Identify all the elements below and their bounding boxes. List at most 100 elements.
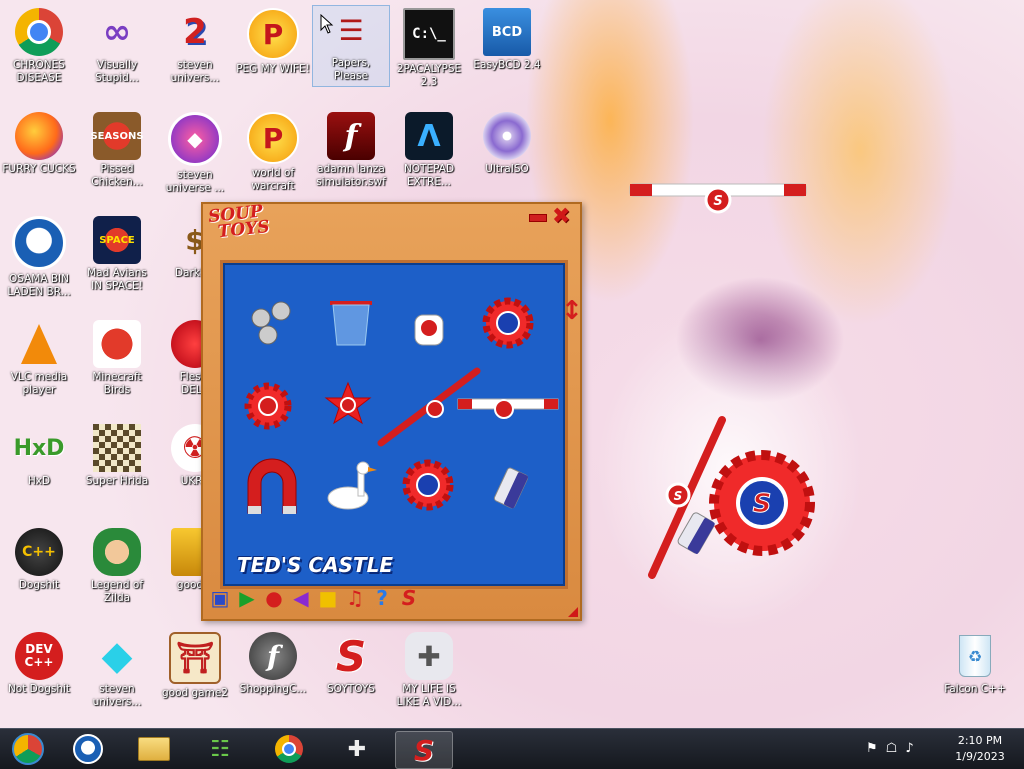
desktop-icon-super-hrida[interactable]: Super Hrida [79,424,155,488]
flag-icon[interactable]: ⚑ [866,741,878,756]
desktop-icon-not-dogshit[interactable]: DEV C++ Not Dogshit [1,632,77,696]
peggle-icon: P [247,112,299,164]
soup-toys-logo: SOUP TOYS [207,202,270,243]
folder-icon [138,737,170,761]
icon-label: MY LIFE IS LIKE A VID... [396,683,462,708]
icon-label: UltraISO [485,163,529,175]
desktop-icon-visually-stupid[interactable]: ∞ Visually Stupid... [79,8,155,85]
eraser-toy[interactable] [677,511,716,554]
desktop-icon-my-life[interactable]: ✚ MY LIFE IS LIKE A VID... [391,632,467,709]
taskbar-soup-toys[interactable]: S [395,731,453,769]
flat-plank-toy[interactable] [457,398,559,419]
taskbar-chrome-alt[interactable] [0,731,56,767]
help-icon[interactable]: ? [370,586,394,610]
spiky-gear-toy[interactable] [244,382,292,430]
toy-box-area[interactable]: TED'S CASTLE [220,260,568,589]
desktop-icon-easybcd[interactable]: BCD EasyBCD 2.4 [469,8,545,72]
rewind-button[interactable]: ◀︎ [289,586,313,610]
desktop-icon-falcon-cpp[interactable]: ♻ Falcon C++ [937,632,1013,696]
network-status-icon[interactable]: ☖ [886,741,898,756]
gear-toy-large[interactable]: S [709,450,815,556]
desktop-icon-pissed-chicken[interactable]: SEASONS Pissed Chicken... [79,112,155,189]
desktop: CHRONES DISEASE ∞ Visually Stupid... 2 s… [0,0,1024,728]
firefox-icon [15,112,63,160]
music-icon[interactable]: ♫ [343,586,367,610]
play-button[interactable]: ▶ [235,586,259,610]
desktop-icon-minecraft-birds[interactable]: Minecraft Birds [79,320,155,397]
soup-toys-icon: S [335,631,367,681]
desktop-icon-adamn-lanza[interactable]: f adamn lanza simulator.swf [313,112,389,189]
icon-label: good game2 [162,687,228,699]
balls-toy[interactable] [251,301,291,345]
clock[interactable]: 2:10 PM 1/9/2023 [945,733,1015,765]
desktop-icon-legend-of-zilda[interactable]: Legend of Zilda [79,528,155,605]
easybcd-icon: BCD [483,8,531,56]
visual-studio-icon: ∞ [102,12,132,52]
pixel-icon [93,424,141,472]
eraser-toy[interactable] [493,467,529,509]
desktop-icon-good-game2[interactable]: ⛩ good game2 [157,632,233,700]
goose-toy[interactable] [327,461,377,510]
desktop-icon-notepad-extreme[interactable]: Λ NOTEPAD EXTRE... [391,112,467,189]
taskbar-explorer[interactable] [126,731,182,767]
icon-label: HxD [27,475,51,487]
desktop-icon-osama[interactable]: OSAMA BIN LADEN BR... [1,216,77,299]
svg-text:S: S [713,194,722,209]
gamepad-icon: ✚ [405,632,453,680]
soup-s-icon[interactable]: S [397,586,421,610]
desktop-icon-steven-universe-2[interactable]: ◆ steven universe ... [157,112,233,195]
icon-label: Falcon C++ [944,683,1006,695]
recycle-bin-icon: ♻ [951,632,999,680]
obama-logo-icon [12,216,66,270]
desktop-icon-vlc[interactable]: VLC media player [1,320,77,397]
desktop-icon-steven-universe[interactable]: 2 steven univers... [157,8,233,85]
icon-label: NOTEPAD EXTRE... [403,163,455,188]
angry-birds-icon [93,320,141,368]
taskbar-gamepad[interactable]: ✚ [329,731,385,767]
icon-label: steven universe ... [165,169,225,194]
desktop-icon-steven-universe-3[interactable]: ◆ steven univers... [79,632,155,709]
minimize-button[interactable] [529,214,547,222]
glass-bucket-toy[interactable] [330,301,372,346]
weight-tool-icon[interactable]: ▣ [208,586,232,610]
gear-toy-2[interactable] [402,459,454,511]
desktop-icon-ultraiso[interactable]: UltraISO [469,112,545,176]
icon-label: steven univers... [170,59,220,84]
magnet-toy[interactable] [247,458,297,514]
scroll-arrows-icon[interactable]: ↕ [561,296,583,326]
angry-birds-seasons-icon: SEASONS [90,112,144,160]
desktop-icon-soytoys[interactable]: S SOYTOYS [313,632,389,696]
taskbar-chrome[interactable] [261,731,317,767]
icon-label: 2PACALYPSE 2.3 [396,63,462,88]
desktop-icon-world-of-warcraft[interactable]: P world of warcraft [235,112,311,193]
desktop-icon-furry-cucks[interactable]: FURRY CUCKS [1,112,77,176]
icon-label: Mad Avians IN SPACE! [87,267,147,292]
svg-text:S: S [753,489,772,519]
volume-icon[interactable]: ♪ [905,741,913,756]
desktop-icon-chrones-disease[interactable]: CHRONES DISEASE [1,8,77,85]
svg-text:S: S [674,489,683,503]
cannon-toy[interactable] [414,314,444,346]
icon-label: steven univers... [92,683,142,708]
star-toy[interactable] [324,381,372,425]
taskbar: ☷ ✚ S ⚑ ☖ ♪ 2:10 PM 1/9/2023 [0,728,1024,769]
seesaw-plank-top[interactable]: S [629,183,807,214]
desktop-icon-shopping[interactable]: f ShoppingC... [235,632,311,696]
soup-toys-window[interactable]: SOUP TOYS ✖ TED'S CASTLE ↕ ▣ ▶ ● ◀︎ ■ ♫ … [201,202,583,621]
taskbar-obama[interactable] [60,731,116,767]
clock-date: 1/9/2023 [955,750,1005,763]
taskbar-network[interactable]: ☷ [192,731,248,767]
desktop-icon-2pacalypse[interactable]: C:\_ 2PACALYPSE 2.3 [391,8,467,89]
close-button[interactable]: ✖ [552,204,570,229]
desktop-icon-hxd[interactable]: HxD HxD [1,424,77,488]
gear-toy[interactable] [482,297,534,349]
papers-please-icon: ☰ [338,13,364,47]
system-tray: ⚑ ☖ ♪ [866,741,914,756]
vlc-icon [15,320,63,368]
desktop-icon-dogshit[interactable]: C++ Dogshit [1,528,77,592]
resize-handle[interactable] [568,607,578,617]
desktop-icon-peg-my-wife[interactable]: P PEG MY WIFE! [235,8,311,76]
record-button[interactable]: ● [262,586,286,610]
stop-button[interactable]: ■ [316,586,340,610]
desktop-icon-mad-avians[interactable]: SPACE Mad Avians IN SPACE! [79,216,155,293]
